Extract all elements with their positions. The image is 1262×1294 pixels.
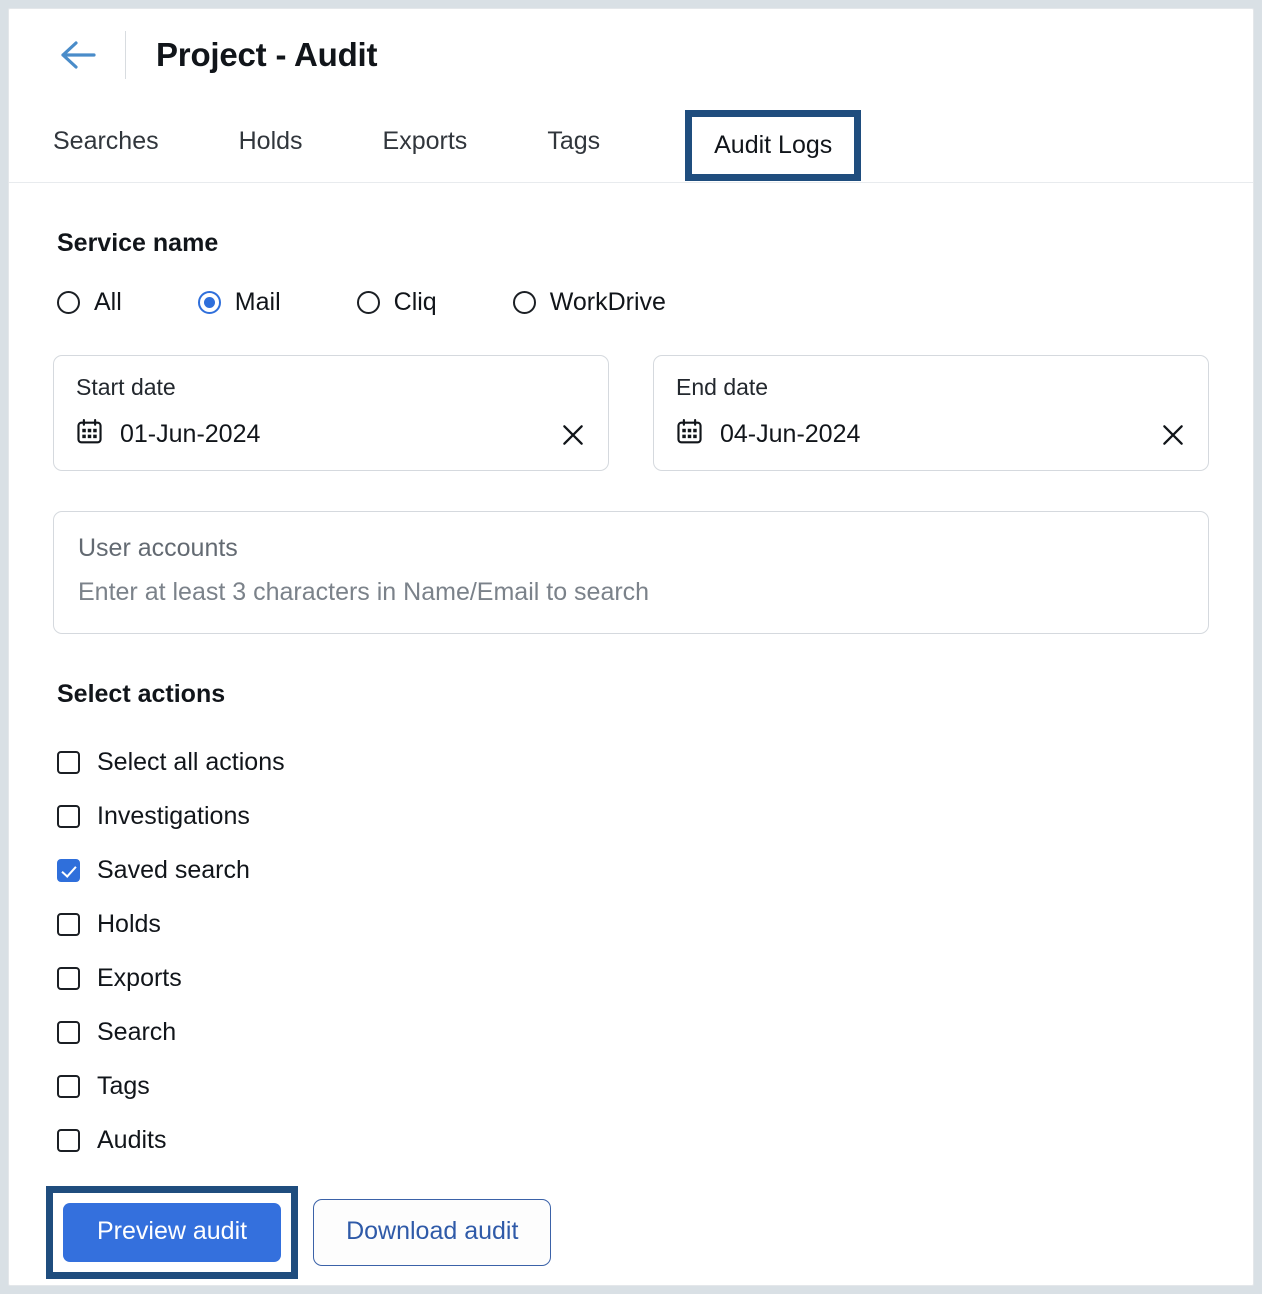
radio-icon xyxy=(57,291,80,314)
checkbox-icon xyxy=(57,805,80,828)
checkbox-icon xyxy=(57,967,80,990)
checkbox-icon xyxy=(57,1075,80,1098)
end-date-label: End date xyxy=(676,374,1186,401)
radio-option-workdrive[interactable]: WorkDrive xyxy=(513,288,666,317)
checkbox-investigations[interactable]: Investigations xyxy=(57,789,1209,843)
preview-audit-button[interactable]: Preview audit xyxy=(63,1203,281,1262)
audit-logs-page: Project - Audit Searches Holds Exports T… xyxy=(8,8,1254,1286)
start-date-label: Start date xyxy=(76,374,586,401)
checkbox-select-all-actions[interactable]: Select all actions xyxy=(57,735,1209,789)
calendar-icon xyxy=(676,418,703,450)
start-date-value: 01-Jun-2024 xyxy=(120,420,260,449)
checkbox-icon xyxy=(57,1021,80,1044)
checkbox-label: Investigations xyxy=(97,802,250,831)
start-date-clear-icon[interactable] xyxy=(560,422,586,448)
page-header: Project - Audit xyxy=(9,9,1253,101)
page-title: Project - Audit xyxy=(156,36,377,74)
checkbox-audits[interactable]: Audits xyxy=(57,1113,1209,1167)
calendar-icon xyxy=(76,418,103,450)
preview-audit-highlight: Preview audit xyxy=(53,1193,291,1272)
tab-tags[interactable]: Tags xyxy=(547,127,600,182)
end-date-field[interactable]: End date xyxy=(653,355,1209,471)
user-accounts-placeholder: Enter at least 3 characters in Name/Emai… xyxy=(78,578,1184,607)
tab-holds[interactable]: Holds xyxy=(239,127,303,182)
start-date-field[interactable]: Start date xyxy=(53,355,609,471)
radio-label: WorkDrive xyxy=(550,288,666,317)
radio-icon xyxy=(513,291,536,314)
radio-label: All xyxy=(94,288,122,317)
tab-searches[interactable]: Searches xyxy=(53,127,159,182)
radio-option-all[interactable]: All xyxy=(57,288,122,317)
checkbox-search[interactable]: Search xyxy=(57,1005,1209,1059)
download-audit-button[interactable]: Download audit xyxy=(313,1199,551,1266)
action-button-row: Preview audit Download audit xyxy=(53,1193,1209,1286)
select-actions-heading: Select actions xyxy=(57,680,1209,709)
radio-option-cliq[interactable]: Cliq xyxy=(357,288,437,317)
radio-selected-icon xyxy=(198,291,221,314)
radio-label: Cliq xyxy=(394,288,437,317)
start-date-value-row: 01-Jun-2024 xyxy=(76,418,586,450)
checkbox-tags[interactable]: Tags xyxy=(57,1059,1209,1113)
checkbox-holds[interactable]: Holds xyxy=(57,897,1209,951)
header-divider xyxy=(125,31,126,79)
select-actions-list: Select all actions Investigations Saved … xyxy=(57,735,1209,1167)
checkbox-exports[interactable]: Exports xyxy=(57,951,1209,1005)
checkbox-label: Select all actions xyxy=(97,748,285,777)
radio-icon xyxy=(357,291,380,314)
end-date-value: 04-Jun-2024 xyxy=(720,420,860,449)
checkbox-icon xyxy=(57,1129,80,1152)
service-name-heading: Service name xyxy=(57,229,1209,258)
checkbox-label: Search xyxy=(97,1018,176,1047)
back-arrow-icon[interactable] xyxy=(59,35,99,75)
checkbox-checked-icon xyxy=(57,859,80,882)
radio-option-mail[interactable]: Mail xyxy=(198,288,281,317)
page-body: Service name All Mail Cliq WorkDrive S xyxy=(9,229,1253,1286)
checkbox-icon xyxy=(57,913,80,936)
end-date-clear-icon[interactable] xyxy=(1160,422,1186,448)
user-accounts-label: User accounts xyxy=(78,534,1184,563)
checkbox-label: Exports xyxy=(97,964,182,993)
checkbox-icon xyxy=(57,751,80,774)
end-date-value-row: 04-Jun-2024 xyxy=(676,418,1186,450)
checkbox-label: Tags xyxy=(97,1072,150,1101)
tab-audit-logs[interactable]: Audit Logs xyxy=(692,117,854,174)
checkbox-label: Holds xyxy=(97,910,161,939)
user-accounts-field[interactable]: User accounts Enter at least 3 character… xyxy=(53,511,1209,634)
checkbox-label: Saved search xyxy=(97,856,250,885)
checkbox-saved-search[interactable]: Saved search xyxy=(57,843,1209,897)
radio-label: Mail xyxy=(235,288,281,317)
date-range-row: Start date xyxy=(53,355,1209,471)
checkbox-label: Audits xyxy=(97,1126,166,1155)
tab-bar: Searches Holds Exports Tags Audit Logs xyxy=(9,101,1253,183)
service-name-radio-group: All Mail Cliq WorkDrive xyxy=(57,288,1209,317)
tab-exports[interactable]: Exports xyxy=(383,127,468,182)
